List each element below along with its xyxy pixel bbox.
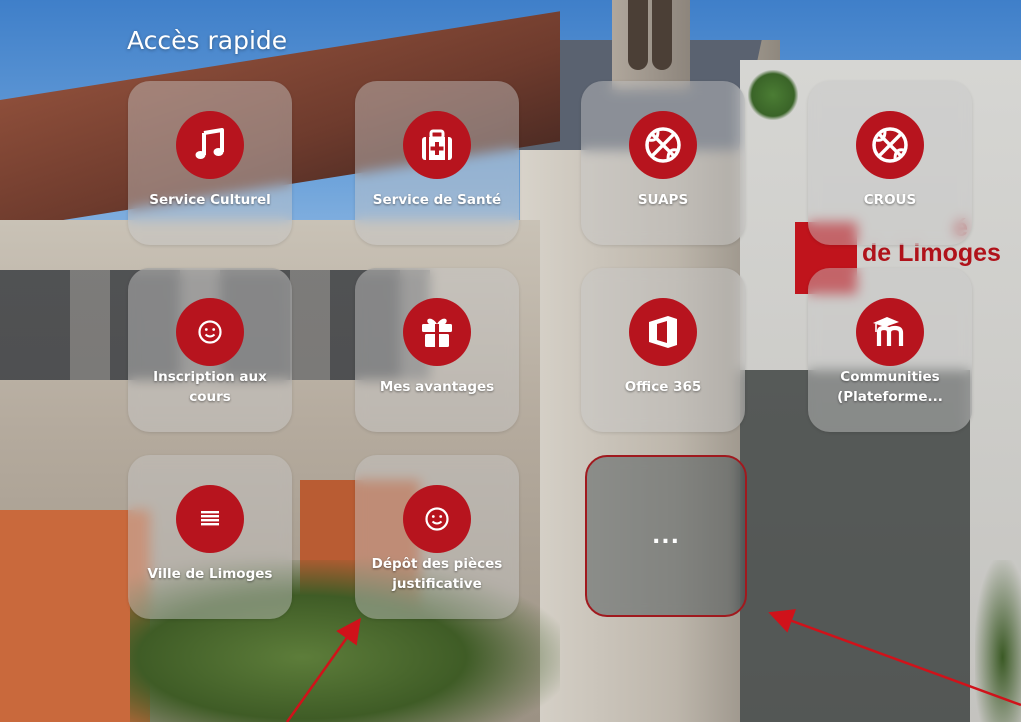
basketball-icon (629, 111, 697, 179)
tile-label: Dépôt des pièces justificative (371, 556, 503, 592)
music-note-icon (176, 111, 244, 179)
tile-mes-avantages[interactable]: Mes avantages (355, 268, 519, 432)
tile-suaps[interactable]: SUAPS (581, 81, 745, 245)
plants (975, 560, 1021, 722)
smiley-icon (176, 298, 244, 366)
gift-icon (403, 298, 471, 366)
tile-service-de-sante[interactable]: Service de Santé (355, 81, 519, 245)
tile-label: Office 365 (624, 379, 702, 395)
tower-window (652, 0, 672, 70)
quick-access-page: é de Limoges Accès rapide Service Cultur… (0, 0, 1021, 722)
tower-window (628, 0, 648, 70)
list-icon (176, 485, 244, 553)
medical-kit-icon (403, 111, 471, 179)
moodle-icon (856, 298, 924, 366)
smiley-icon (403, 485, 471, 553)
tile-office-365[interactable]: Office 365 (581, 268, 745, 432)
tile-service-culturel[interactable]: Service Culturel (128, 81, 292, 245)
tile-label: Ville de Limoges (147, 566, 273, 582)
office-365-icon (629, 298, 697, 366)
more-button[interactable]: ... (585, 455, 747, 617)
tile-communities[interactable]: Communities (Plateforme... (808, 268, 972, 432)
tile-ville-de-limoges[interactable]: Ville de Limoges (128, 455, 292, 619)
tree (748, 70, 798, 120)
tile-inscription-aux-cours[interactable]: Inscription aux cours (128, 268, 292, 432)
tile-crous[interactable]: CROUS (808, 81, 972, 245)
tile-label: Service Culturel (149, 192, 271, 208)
tile-label: Service de Santé (372, 192, 502, 208)
tile-label: CROUS (863, 192, 917, 208)
tile-depot-des-pieces[interactable]: Dépôt des pièces justificative (355, 455, 519, 619)
bell-tower (612, 0, 690, 90)
section-title: Accès rapide (127, 26, 288, 55)
tile-label: SUAPS (637, 192, 689, 208)
tile-label: Inscription aux cours (153, 369, 267, 405)
tile-label: Communities (Plateforme... (837, 369, 943, 405)
basketball-icon (856, 111, 924, 179)
tile-label: Mes avantages (379, 379, 495, 395)
